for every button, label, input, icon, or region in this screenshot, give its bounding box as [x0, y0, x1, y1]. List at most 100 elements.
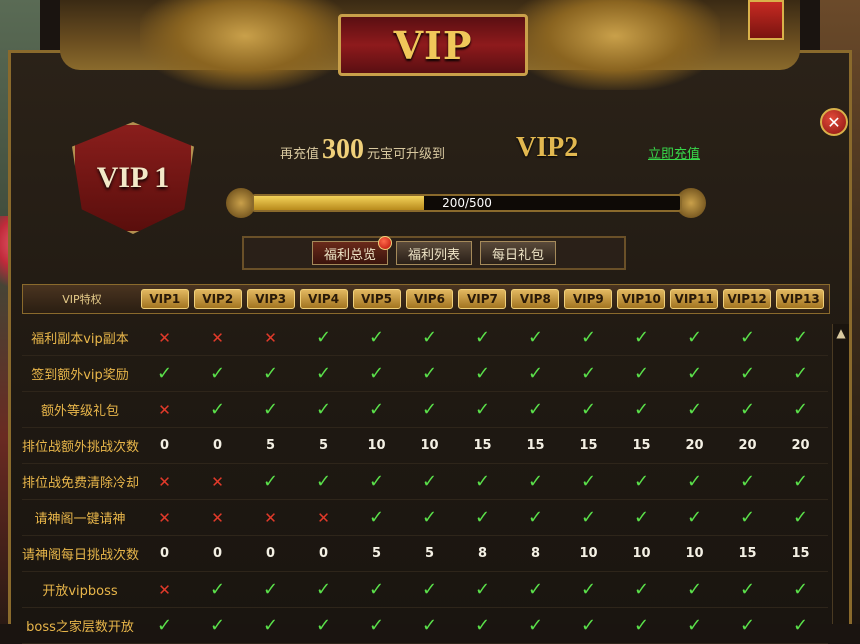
check-icon: ✓ [580, 615, 597, 636]
check-icon: ✓ [368, 579, 385, 600]
check-icon: ✓ [633, 363, 650, 384]
vip-level-pill: VIP9 [564, 289, 613, 309]
upgrade-prefix: 再充值 [280, 147, 320, 162]
table-cell: 15 [526, 438, 545, 453]
check-icon: ✓ [527, 615, 544, 636]
check-icon: ✓ [315, 471, 332, 492]
table-cell: 10 [420, 438, 439, 453]
scrollbar[interactable]: ▲ [832, 324, 849, 624]
table-row: 福利副本vip副本 ✕ ✕ ✕ ✓ ✓ ✓ ✓ ✓ ✓ ✓ ✓ ✓ ✓ [22, 320, 828, 356]
table-cell: 20 [685, 438, 704, 453]
table-row: 请神阁一键请神 ✕ ✕ ✕ ✕ ✓ ✓ ✓ ✓ ✓ ✓ ✓ ✓ ✓ [22, 500, 828, 536]
check-icon: ✓ [474, 507, 491, 528]
table-cell: 8 [477, 546, 488, 561]
tab-0[interactable]: 福利总览 [312, 236, 392, 265]
check-icon: ✓ [474, 399, 491, 420]
title-plate: VIP [338, 14, 528, 76]
check-icon: ✓ [262, 471, 279, 492]
check-icon: ✓ [739, 507, 756, 528]
privilege-label: 请神阁每日挑战次数 [22, 548, 140, 563]
check-icon: ✓ [792, 399, 809, 420]
table-row: 排位战额外挑战次数 0 0 5 5 10 10 15 15 15 15 20 20 20 [22, 428, 828, 464]
recharge-now-link[interactable]: 立即充值 [648, 143, 700, 162]
check-icon: ✓ [633, 579, 650, 600]
table-row: 签到额外vip奖励 ✓ ✓ ✓ ✓ ✓ ✓ ✓ ✓ ✓ ✓ ✓ ✓ ✓ [22, 356, 828, 392]
table-cell: 5 [318, 438, 329, 453]
vip-level-pill: VIP12 [723, 289, 772, 309]
check-icon: ✓ [421, 507, 438, 528]
table-cell: 20 [791, 438, 810, 453]
progress-text: 200/500 [442, 196, 492, 210]
check-icon: ✓ [792, 327, 809, 348]
cross-icon: ✕ [158, 400, 171, 419]
close-icon: ✕ [827, 112, 841, 132]
table-cell: 5 [265, 438, 276, 453]
cross-icon: ✕ [264, 508, 277, 527]
check-icon: ✓ [156, 615, 173, 636]
check-icon: ✓ [368, 507, 385, 528]
dragon-ornament-left [140, 0, 350, 90]
close-button[interactable]: ✕ [820, 108, 848, 136]
check-icon: ✓ [421, 471, 438, 492]
check-icon: ✓ [421, 615, 438, 636]
privilege-table: 福利副本vip副本 ✕ ✕ ✕ ✓ ✓ ✓ ✓ ✓ ✓ ✓ ✓ ✓ ✓ 签到额外vip奖励 ✓ ✓ ✓ ✓ ✓ ✓ ✓ ✓ ✓… [22, 320, 828, 644]
table-cell: 15 [738, 546, 757, 561]
check-icon: ✓ [580, 579, 597, 600]
check-icon: ✓ [474, 471, 491, 492]
tab-bar: 福利总览 福利列表 每日礼包 [242, 236, 626, 270]
check-icon: ✓ [368, 615, 385, 636]
table-cell: 0 [265, 546, 276, 561]
table-cell: 15 [473, 438, 492, 453]
check-icon: ✓ [262, 615, 279, 636]
table-row: boss之家层数开放 ✓ ✓ ✓ ✓ ✓ ✓ ✓ ✓ ✓ ✓ ✓ ✓ ✓ [22, 608, 828, 644]
vip-level-pill: VIP11 [670, 289, 719, 309]
table-cell: 15 [579, 438, 598, 453]
privilege-label: 开放vipboss [42, 584, 118, 599]
check-icon: ✓ [580, 471, 597, 492]
check-icon: ✓ [633, 327, 650, 348]
cross-icon: ✕ [158, 328, 171, 347]
tab-1[interactable]: 福利列表 [396, 241, 472, 265]
cross-icon: ✕ [211, 472, 224, 491]
check-icon: ✓ [527, 507, 544, 528]
table-cell: 15 [791, 546, 810, 561]
check-icon: ✓ [792, 615, 809, 636]
upgrade-suffix: 元宝可升级到 [367, 147, 446, 162]
table-cell: 0 [212, 438, 223, 453]
check-icon: ✓ [792, 363, 809, 384]
table-cell: 5 [424, 546, 435, 561]
tab-2[interactable]: 每日礼包 [480, 241, 556, 265]
table-cell: 10 [632, 546, 651, 561]
check-icon: ✓ [527, 471, 544, 492]
table-row: 排位战免费清除冷却 ✕ ✕ ✓ ✓ ✓ ✓ ✓ ✓ ✓ ✓ ✓ ✓ ✓ [22, 464, 828, 500]
check-icon: ✓ [474, 363, 491, 384]
vip-level-pill: VIP10 [617, 289, 666, 309]
check-icon: ✓ [527, 327, 544, 348]
check-icon: ✓ [262, 579, 279, 600]
check-icon: ✓ [474, 579, 491, 600]
check-icon: ✓ [686, 327, 703, 348]
check-icon: ✓ [368, 327, 385, 348]
check-icon: ✓ [792, 471, 809, 492]
privilege-label: 额外等级礼包 [40, 404, 119, 419]
tab-label: 每日礼包 [491, 247, 544, 263]
privilege-label: 福利副本vip副本 [31, 332, 129, 347]
check-icon: ✓ [527, 399, 544, 420]
vip-level-pill: VIP8 [511, 289, 560, 309]
event-icon[interactable] [748, 0, 784, 40]
vip-level-header: VIP特权 VIP1 VIP2 VIP3 VIP4 VIP5 VIP6 VIP7 VIP8 VI… [22, 284, 830, 314]
check-icon: ✓ [156, 363, 173, 384]
cross-icon: ✕ [317, 508, 330, 527]
vip-level-pill: VIP1 [140, 289, 189, 309]
check-icon: ✓ [792, 507, 809, 528]
vip-level-pill: VIP4 [299, 289, 348, 309]
table-cell: 15 [632, 438, 651, 453]
privilege-header-label: VIP特权 [62, 293, 102, 306]
tab-label: 福利总览 [323, 247, 376, 263]
vip-level-pill: VIP13 [776, 289, 825, 309]
table-cell: 20 [738, 438, 757, 453]
scroll-up-icon[interactable]: ▲ [834, 326, 848, 340]
page-title: VIP [393, 22, 473, 68]
check-icon: ✓ [474, 615, 491, 636]
check-icon: ✓ [686, 507, 703, 528]
